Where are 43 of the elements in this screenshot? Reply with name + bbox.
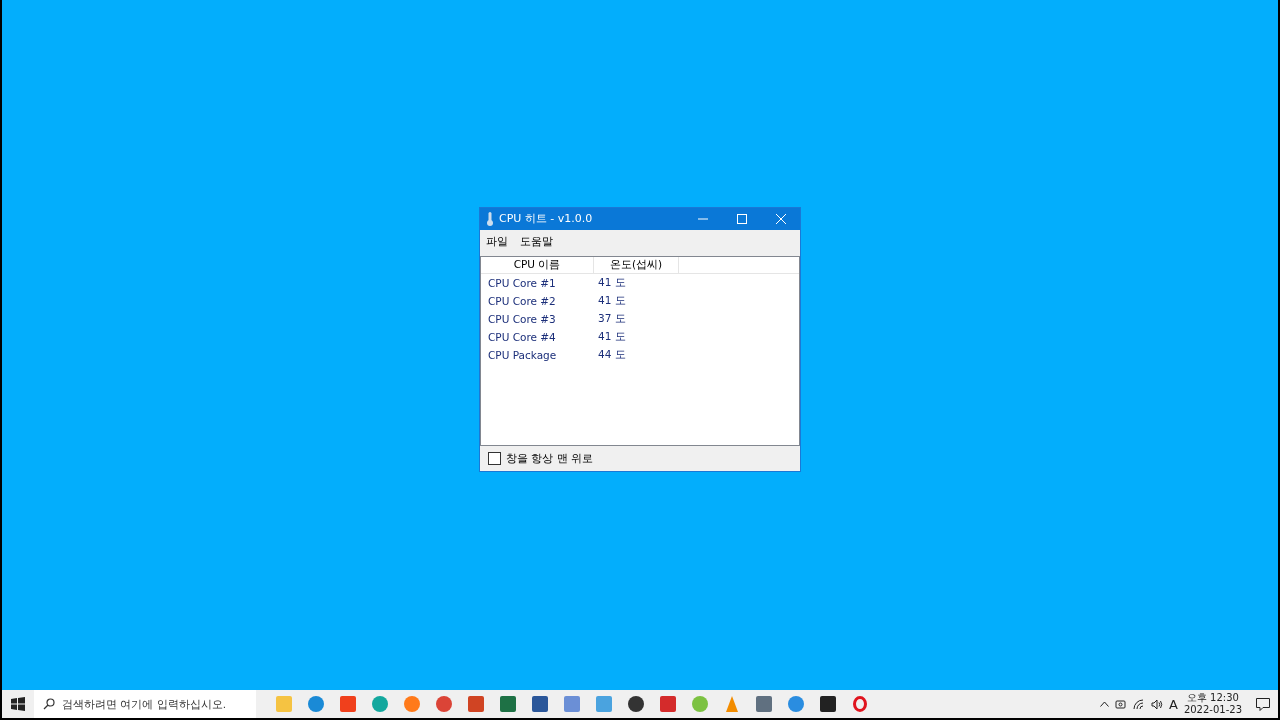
circle-icon — [788, 696, 804, 712]
ring-icon — [853, 696, 867, 712]
checkbox[interactable] — [488, 451, 501, 465]
maximize-icon — [736, 213, 747, 224]
tile-icon — [564, 696, 580, 712]
column-header[interactable]: 온도(섭씨) — [594, 256, 679, 273]
temperature-cell-text: 37 도 — [597, 311, 627, 326]
temperature-cell-text: 44 도 — [597, 347, 627, 362]
temperature-cell-text: 41 도 — [597, 275, 627, 290]
notification-button[interactable] — [1256, 697, 1270, 711]
clock[interactable]: 오후 12:30 2022-01-23 — [1183, 692, 1242, 716]
thermometer-icon — [486, 211, 494, 226]
cpu-name-cell-text: CPU Core #4 — [487, 330, 557, 343]
checkbox-label: 창을 항상 맨 위로 — [506, 450, 594, 466]
search-field[interactable]: 검색하려면 여기에 입력하십시오. — [34, 690, 256, 718]
cpu-name-cell-text: CPU Core #2 — [487, 294, 557, 307]
circle-icon — [692, 696, 708, 712]
temperature-cell-text: 41 도 — [597, 293, 627, 308]
tile-icon — [596, 696, 612, 712]
speaker-icon[interactable] — [1150, 698, 1163, 710]
tile-icon — [532, 696, 548, 712]
tile-icon — [820, 696, 836, 712]
menu-item[interactable]: 파일 — [482, 234, 512, 249]
cpu-name-cell-text: CPU Package — [487, 348, 558, 361]
cpu-name-cell-text: CPU Core #3 — [487, 312, 557, 325]
temperature-cell-text: 41 도 — [597, 329, 627, 344]
circle-icon — [404, 696, 420, 712]
window-title: CPU 히트 - v1.0.0 — [499, 211, 594, 226]
column-header[interactable]: CPU 이름 — [481, 256, 594, 273]
circle-icon — [436, 696, 452, 712]
caret-icon[interactable] — [1099, 701, 1109, 707]
search-icon — [43, 698, 55, 710]
menu-item[interactable]: 도움말 — [516, 234, 557, 249]
circle-icon — [372, 696, 388, 712]
wifi-icon[interactable] — [1132, 698, 1145, 710]
windows-logo-icon — [11, 697, 25, 711]
tile-icon — [468, 696, 484, 712]
tile-icon — [660, 696, 676, 712]
cpu-name-cell-text: CPU Core #1 — [487, 276, 557, 289]
tile-icon — [500, 696, 516, 712]
close-icon — [775, 213, 786, 224]
circle-icon — [308, 696, 324, 712]
input-indicator[interactable]: A — [1168, 696, 1178, 712]
